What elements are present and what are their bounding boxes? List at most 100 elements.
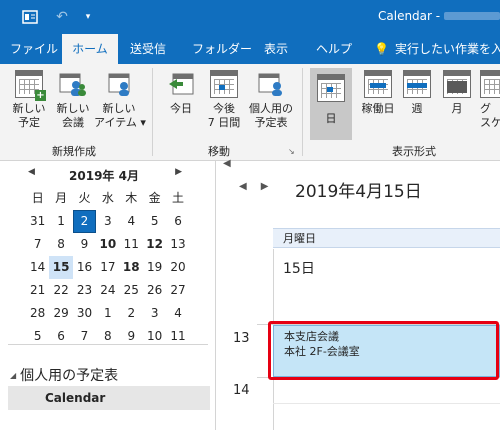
mini-calendar-day[interactable]: 9 [73, 233, 96, 256]
new-items-button[interactable]: 新しい アイテム ▾ [94, 70, 146, 130]
mini-calendar-day[interactable]: 16 [73, 256, 96, 279]
dialog-launcher-icon[interactable]: ↘ [288, 147, 295, 156]
schedule-view-button[interactable]: グ スケ [480, 70, 500, 130]
my-calendar-label-1: 個人用の [249, 102, 293, 115]
next-7-days-label-2: 7 日間 [207, 116, 241, 129]
next-7-days-icon [210, 70, 238, 98]
today-label: 今日 [170, 102, 192, 115]
calendar-folder-item[interactable]: Calendar [8, 386, 210, 410]
mini-calendar-day[interactable]: 22 [49, 279, 72, 302]
mini-calendar-day[interactable]: 8 [49, 233, 72, 256]
new-meeting-label-1: 新しい [56, 102, 90, 115]
mini-calendar-day[interactable]: 18 [120, 256, 143, 279]
tell-me-search[interactable]: 💡 実行したい作業を入 [370, 34, 500, 64]
current-date-title: 2019年4月15日 [295, 182, 422, 202]
group-label-arrange: 表示形式 [392, 145, 436, 158]
tab-send-receive[interactable]: 送受信 [126, 34, 170, 64]
mini-calendar-day[interactable]: 6 [166, 210, 189, 233]
mini-calendar-day[interactable]: 1 [49, 210, 72, 233]
ribbon: + 新しい 予定 新しい 会議 新しい アイテム ▾ 新規作成 今日 今後 7 … [0, 64, 500, 161]
window-title: Calendar - [378, 9, 441, 23]
mini-calendar-day[interactable]: 7 [26, 233, 49, 256]
mini-calendar-day[interactable]: 19 [143, 256, 166, 279]
next-day-icon[interactable]: ▶ [261, 181, 269, 192]
account-name-redacted [444, 12, 500, 20]
mini-calendar-day[interactable]: 5 [143, 210, 166, 233]
day-column-header[interactable]: 月曜日 [273, 228, 500, 248]
today-icon [167, 70, 195, 98]
mini-calendar-day[interactable]: 28 [26, 302, 49, 325]
schedule-view-label-1: グ [480, 102, 491, 115]
today-button[interactable]: 今日 [164, 70, 198, 116]
title-bar: ↶ ▾ Calendar - [0, 0, 500, 34]
tab-file[interactable]: ファイル [6, 34, 62, 64]
mini-calendar-day[interactable]: 25 [120, 279, 143, 302]
tab-home[interactable]: ホーム [62, 34, 118, 64]
outlook-app-icon[interactable] [20, 7, 40, 27]
half-hour-line [273, 403, 500, 404]
mini-calendar-day[interactable]: 21 [26, 279, 49, 302]
mini-calendar-day[interactable]: 4 [120, 210, 143, 233]
mini-calendar-day[interactable]: 31 [26, 210, 49, 233]
day-view-label: 日 [325, 112, 337, 125]
mini-calendar-day[interactable]: 10 [96, 233, 119, 256]
month-view-button[interactable]: 月 [442, 70, 472, 116]
customize-qa-icon[interactable]: ▾ [78, 7, 98, 27]
mini-calendar-day[interactable]: 17 [96, 256, 119, 279]
previous-day-icon[interactable]: ◀ [239, 181, 247, 192]
mini-calendar-day[interactable]: 12 [143, 233, 166, 256]
hour-line [257, 377, 500, 378]
weekday-header: 火 [78, 191, 91, 205]
appointment-block[interactable]: 本支店会議 本社 2F-会議室 [273, 325, 500, 377]
mini-calendar-day[interactable]: 15 [49, 256, 73, 279]
new-appointment-button[interactable]: + 新しい 予定 [10, 70, 48, 130]
my-calendar-button[interactable]: 個人用の 予定表 [246, 70, 296, 130]
new-items-label-1: 新しい [102, 102, 136, 115]
weekday-header: 日 [31, 191, 44, 205]
pane-divider [8, 344, 208, 345]
work-week-view-button[interactable]: 稼働日 [358, 70, 398, 116]
group-label-goto: 移動 [208, 145, 230, 158]
tell-me-label: 実行したい作業を入 [394, 42, 500, 56]
mini-calendar-day[interactable]: 23 [73, 279, 96, 302]
calendar-view: ◀ ◀ ▶ 2019年4月15日 月曜日 15日 13 14 本支店会議 本社 2… [217, 158, 500, 430]
day-view-button[interactable]: 日 [310, 68, 352, 140]
new-meeting-button[interactable]: 新しい 会議 [54, 70, 92, 130]
mini-calendar-day[interactable]: 20 [166, 256, 189, 279]
mini-calendar-week: 31 1 2 3 4 5 6 [26, 210, 190, 233]
new-appointment-label-2: 予定 [18, 116, 40, 129]
new-items-icon [105, 70, 133, 98]
mini-calendar-day[interactable]: 13 [166, 233, 189, 256]
mini-calendar-day[interactable]: 26 [143, 279, 166, 302]
mini-calendar-day[interactable]: 3 [96, 210, 119, 233]
mini-calendar: 日月火水木金土 31 1 2 3 4 5 6 7 8 9 10 11 12 13 14 15 16 17 18 19 20… [26, 187, 190, 348]
mini-calendar-day[interactable]: 30 [73, 302, 96, 325]
week-view-button[interactable]: 週 [402, 70, 432, 116]
tab-help[interactable]: ヘルプ [312, 34, 356, 64]
collapse-pane-icon[interactable]: ◀ [223, 158, 231, 169]
mini-calendar-day[interactable]: 2 [120, 302, 143, 325]
new-appointment-icon: + [15, 70, 46, 101]
next-7-days-label-1: 今後 [213, 102, 235, 115]
new-appointment-label-1: 新しい [12, 102, 46, 115]
weekday-header-row: 日月火水木金土 [26, 187, 190, 210]
mini-calendar-day[interactable]: 14 [26, 256, 49, 279]
mini-calendar-day[interactable]: 27 [166, 279, 189, 302]
next-month-icon[interactable]: ▶ [175, 167, 182, 177]
mini-calendar-day[interactable]: 4 [166, 302, 189, 325]
mini-calendar-day[interactable]: 2 [72, 210, 97, 233]
my-calendars-section[interactable]: ◢ 個人用の予定表 [10, 365, 118, 385]
tab-view[interactable]: 表示 [260, 34, 292, 64]
undo-icon[interactable]: ↶ [52, 7, 72, 27]
next-7-days-button[interactable]: 今後 7 日間 [204, 70, 244, 130]
mini-calendar-day[interactable]: 3 [143, 302, 166, 325]
mini-calendar-day[interactable]: 1 [96, 302, 119, 325]
group-separator [302, 68, 303, 156]
hour-label-13: 13 [233, 331, 250, 346]
mini-calendar-day[interactable]: 29 [49, 302, 72, 325]
mini-calendar-day[interactable]: 11 [120, 233, 143, 256]
mini-calendar-day[interactable]: 24 [96, 279, 119, 302]
date-navigation: ◀ ▶ [239, 181, 282, 192]
tab-folder[interactable]: フォルダー [188, 34, 256, 64]
collapse-triangle-icon[interactable]: ◢ [10, 371, 16, 380]
